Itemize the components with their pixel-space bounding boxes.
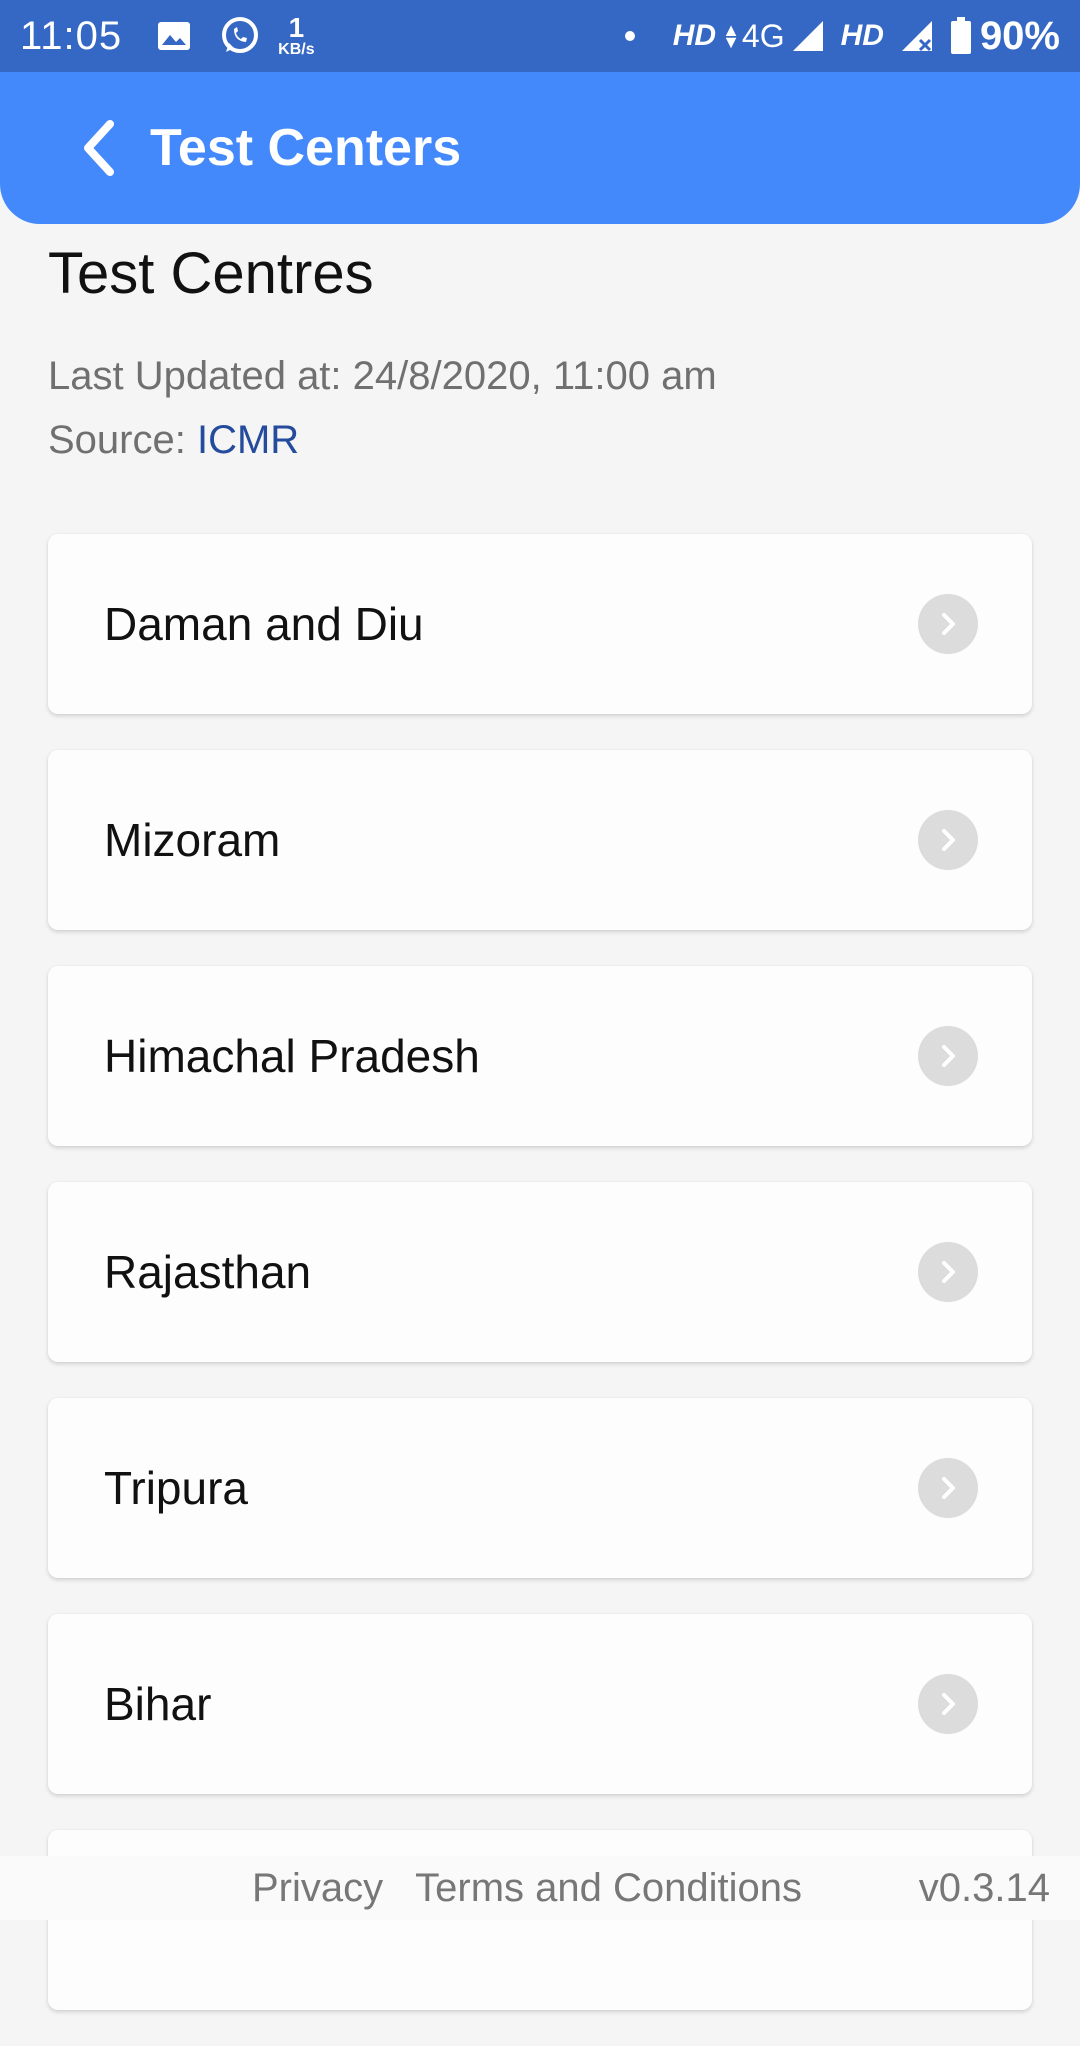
- hd-label: HD: [672, 19, 717, 52]
- chevron-right-icon: [918, 1458, 978, 1518]
- network-speed: 1 KB/s: [278, 14, 314, 58]
- state-card-rajasthan[interactable]: Rajasthan: [48, 1182, 1032, 1362]
- status-time: 11:05: [20, 13, 123, 58]
- network-type: 4G: [741, 17, 785, 54]
- state-name: Himachal Pradesh: [104, 1030, 480, 1082]
- data-arrows-icon: ▲ ▼: [722, 20, 740, 52]
- state-card-daman-and-diu[interactable]: Daman and Diu: [48, 534, 1032, 714]
- chevron-right-icon: [918, 1026, 978, 1086]
- state-card-mizoram[interactable]: Mizoram: [48, 750, 1032, 930]
- last-updated-text: Last Updated at: 24/8/2020, 11:00 am: [48, 354, 717, 398]
- battery-percentage: 90%: [979, 13, 1060, 58]
- state-name: Bihar: [104, 1678, 212, 1730]
- back-button[interactable]: [78, 116, 122, 180]
- app-version: v0.3.14: [918, 1865, 1050, 1910]
- state-card-bihar[interactable]: Bihar: [48, 1614, 1032, 1794]
- app-bar: Test Centers: [0, 72, 1080, 224]
- state-card-tripura[interactable]: Tripura: [48, 1398, 1032, 1578]
- whatsapp-icon: [220, 16, 260, 56]
- source-line: Source: ICMR: [48, 418, 299, 463]
- privacy-link[interactable]: Privacy: [252, 1866, 383, 1911]
- app-bar-title: Test Centers: [150, 119, 462, 177]
- terms-link[interactable]: Terms and Conditions: [415, 1866, 802, 1911]
- notification-dot-icon: [624, 31, 635, 41]
- state-name: Daman and Diu: [104, 598, 424, 650]
- gallery-icon: [156, 20, 192, 52]
- chevron-left-icon: [78, 118, 118, 178]
- source-label: Source:: [48, 418, 197, 462]
- network-speed-unit: KB/s: [278, 41, 315, 58]
- state-list: Daman and Diu Mizoram Himachal Pradesh R…: [48, 534, 1032, 2046]
- page-title: Test Centres: [48, 241, 374, 306]
- state-name: Mizoram: [104, 814, 281, 866]
- chevron-right-icon: [918, 1674, 978, 1734]
- battery-icon: [950, 17, 972, 55]
- status-bar: 11:05 1 KB/s HD ▲ ▼ 4G HD 90%: [0, 0, 1080, 72]
- state-name: Rajasthan: [104, 1246, 312, 1298]
- chevron-right-icon: [918, 1242, 978, 1302]
- chevron-right-icon: [918, 810, 978, 870]
- source-link[interactable]: ICMR: [197, 418, 299, 462]
- signal-no-service-icon: [900, 20, 934, 52]
- chevron-right-icon: [918, 594, 978, 654]
- signal-icon: [791, 20, 825, 52]
- footer: Privacy Terms and Conditions v0.3.14: [0, 1856, 1080, 1920]
- hd-label-2: HD: [840, 19, 884, 52]
- network-speed-value: 1: [288, 12, 305, 43]
- state-name: Tripura: [104, 1462, 248, 1514]
- state-card-himachal-pradesh[interactable]: Himachal Pradesh: [48, 966, 1032, 1146]
